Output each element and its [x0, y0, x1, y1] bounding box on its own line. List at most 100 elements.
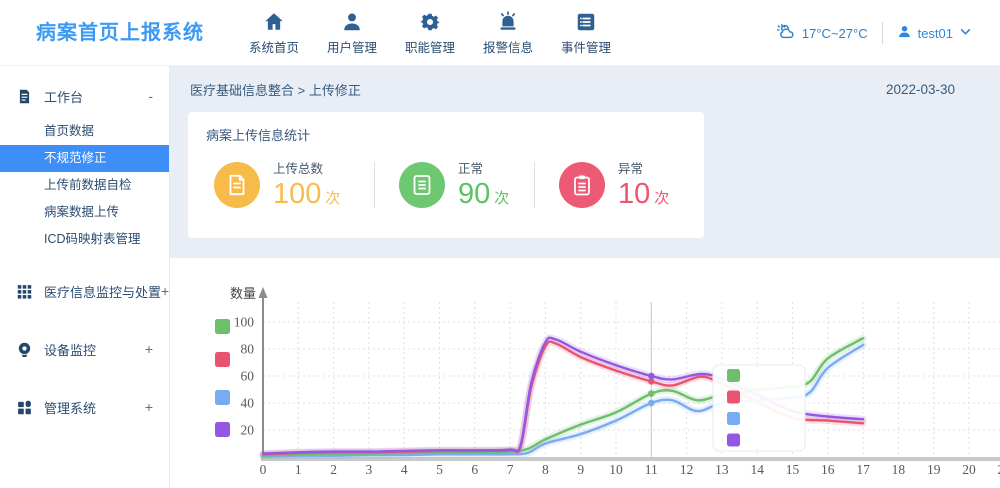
- svg-text:19: 19: [927, 462, 941, 477]
- legend-swatch-series-green[interactable]: [215, 319, 230, 334]
- svg-text:13: 13: [715, 462, 729, 477]
- camera-icon: [16, 341, 33, 358]
- list-icon: [547, 11, 625, 35]
- stats-row: 上传总数 100次 正常 90次 异常 10次: [188, 158, 704, 211]
- sidebar-group-row[interactable]: 医疗信息监控与处置 +: [0, 271, 169, 311]
- username: test01: [918, 26, 953, 41]
- card-title: 病案上传信息统计: [188, 125, 704, 144]
- sidebar-group-row[interactable]: 设备监控 +: [0, 329, 169, 369]
- user-icon: [313, 11, 391, 35]
- header-nav-item[interactable]: 职能管理: [391, 0, 469, 66]
- svg-text:4: 4: [401, 462, 408, 477]
- svg-text:0: 0: [260, 462, 267, 477]
- svg-text:80: 80: [241, 342, 255, 357]
- breadcrumb: 医疗基础信息整合 > 上传修正: [190, 80, 361, 99]
- sidebar: 工作台 - 首页数据不规范修正上传前数据自检病案数据上传ICD码映射表管理 医疗…: [0, 66, 170, 488]
- alarm-icon: [469, 11, 547, 35]
- svg-text:9: 9: [577, 462, 584, 477]
- sidebar-group-label: 工作台: [44, 87, 148, 106]
- header-nav-label: 职能管理: [391, 37, 469, 56]
- legend-swatch-series-red[interactable]: [215, 352, 230, 367]
- upload-trend-chart: 0123456789101112131415161718192021204060…: [170, 258, 1000, 488]
- sidebar-group-label: 设备监控: [44, 340, 145, 359]
- svg-text:12: 12: [680, 462, 694, 477]
- chevron-down-icon[interactable]: [959, 25, 972, 41]
- header-nav-label: 报警信息: [469, 37, 547, 56]
- svg-text:14: 14: [750, 462, 764, 477]
- svg-text:6: 6: [471, 462, 478, 477]
- stat-unit: 次: [325, 190, 340, 207]
- stat-label: 异常: [618, 158, 669, 177]
- header-nav-item[interactable]: 报警信息: [469, 0, 547, 66]
- weather-widget: 17°C~27°C: [776, 22, 868, 45]
- grid-icon: [16, 283, 33, 300]
- sidebar-group-label: 管理系统: [44, 398, 145, 417]
- stat-label: 正常: [458, 158, 509, 177]
- sidebar-sub-item[interactable]: 不规范修正: [0, 145, 169, 172]
- stat-block: 异常 10次: [534, 158, 694, 211]
- sidebar-sub-item[interactable]: 首页数据: [0, 118, 169, 145]
- expand-collapse-toggle[interactable]: +: [145, 341, 153, 357]
- svg-text:18: 18: [892, 462, 906, 477]
- header-nav-item[interactable]: 系统首页: [235, 0, 313, 66]
- user-menu[interactable]: test01: [897, 24, 972, 42]
- sidebar-sub-item[interactable]: 上传前数据自检: [0, 172, 169, 199]
- stat-value: 10: [618, 178, 650, 210]
- file-icon: [214, 162, 260, 208]
- upload-stats-card: 病案上传信息统计 上传总数 100次 正常 90次 异常 10次: [188, 112, 704, 238]
- temperature-range: 17°C~27°C: [802, 26, 868, 41]
- svg-text:60: 60: [241, 369, 255, 384]
- header-nav: 系统首页 用户管理 职能管理 报警信息 事件管理: [235, 0, 625, 66]
- person-icon: [897, 24, 912, 42]
- header-nav-label: 事件管理: [547, 37, 625, 56]
- chart-tooltip: [713, 365, 805, 451]
- header-nav-label: 系统首页: [235, 37, 313, 56]
- svg-text:20: 20: [962, 462, 976, 477]
- sidebar-sub-item[interactable]: 病案数据上传: [0, 199, 169, 226]
- stat-block: 正常 90次: [374, 158, 534, 211]
- app-header: 病案首页上报系统 系统首页 用户管理 职能管理 报警信息 事件管理 17°C~2…: [0, 0, 1000, 66]
- doc-icon: [399, 162, 445, 208]
- svg-text:16: 16: [821, 462, 835, 477]
- legend-swatch-series-purple[interactable]: [215, 422, 230, 437]
- svg-text:7: 7: [507, 462, 514, 477]
- svg-text:11: 11: [645, 462, 658, 477]
- svg-text:1: 1: [295, 462, 302, 477]
- document-icon: [16, 88, 33, 105]
- stat-value: 100: [273, 178, 321, 210]
- stat-unit: 次: [494, 190, 509, 207]
- header-nav-item[interactable]: 事件管理: [547, 0, 625, 66]
- svg-text:10: 10: [609, 462, 623, 477]
- sidebar-group-row[interactable]: 管理系统 +: [0, 387, 169, 427]
- sidebar-group-row[interactable]: 工作台 -: [0, 74, 169, 118]
- expand-collapse-toggle[interactable]: +: [145, 399, 153, 415]
- stat-block: 上传总数 100次: [214, 158, 374, 211]
- svg-text:17: 17: [856, 462, 870, 477]
- legend-swatch-series-blue[interactable]: [215, 390, 230, 405]
- expand-collapse-toggle[interactable]: +: [161, 283, 169, 299]
- expand-collapse-toggle[interactable]: -: [148, 88, 153, 104]
- stat-unit: 次: [654, 190, 669, 207]
- svg-text:数量: 数量: [230, 286, 256, 301]
- svg-text:5: 5: [436, 462, 443, 477]
- header-nav-label: 用户管理: [313, 37, 391, 56]
- svg-text:100: 100: [234, 315, 255, 330]
- sun-cloud-icon: [776, 22, 796, 45]
- gear-icon: [391, 11, 469, 35]
- svg-text:20: 20: [241, 423, 255, 438]
- header-divider: [882, 22, 883, 44]
- date-display: 2022-03-30: [886, 82, 955, 97]
- blocks-icon: [16, 399, 33, 416]
- clipboard-icon: [559, 162, 605, 208]
- svg-text:40: 40: [241, 396, 255, 411]
- svg-text:3: 3: [366, 462, 373, 477]
- svg-text:15: 15: [786, 462, 800, 477]
- svg-text:8: 8: [542, 462, 549, 477]
- home-icon: [235, 11, 313, 35]
- header-nav-item[interactable]: 用户管理: [313, 0, 391, 66]
- app-title: 病案首页上报系统: [36, 0, 204, 66]
- svg-text:2: 2: [330, 462, 337, 477]
- sidebar-sub-item[interactable]: ICD码映射表管理: [0, 226, 169, 253]
- stat-value: 90: [458, 178, 490, 210]
- stat-label: 上传总数: [273, 158, 340, 177]
